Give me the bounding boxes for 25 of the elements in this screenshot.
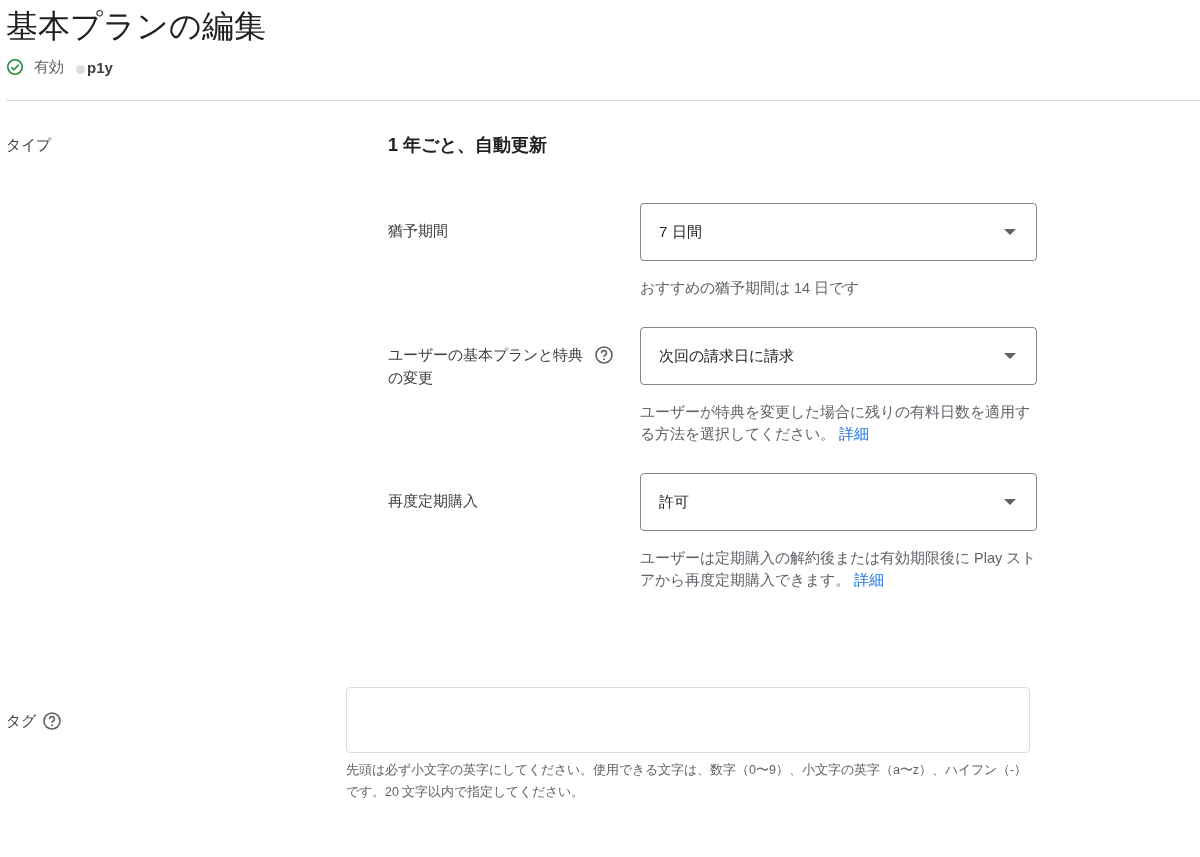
help-text: 先頭は必ず小文字の英字にしてください。使用できる文字は、数字（0〜9）、小文字の英字（a〜z）、ハイフン（-）です。20 文字以内で指定してください。 [346,762,1029,801]
status-label: 有効 [34,57,64,77]
dropdown[interactable]: 次回の請求日に請求 [640,327,1037,385]
setting-label: ユーザーの基本プランと特典の変更 [388,345,584,388]
dot-icon [76,64,85,74]
help-icon[interactable] [594,345,614,365]
help-text: おすすめの猶予期間は 14 日です [640,279,861,298]
caret-icon [1004,499,1016,505]
setting-label: 再度定期購入 [388,491,478,511]
field-label: タイプ [6,135,53,155]
help-text: ユーザーが特典を変更した場合に残りの有料日数を適用する方法を選択してください。 詳細 [640,403,1031,444]
caret-icon [1004,353,1016,359]
dropdown[interactable]: 許可 [640,473,1037,531]
plan-id: p1y [87,58,113,76]
type-value: 1 年ごと、自動更新 [388,134,548,157]
help-icon[interactable] [42,711,62,731]
caret-icon [1004,229,1016,235]
help-text: ユーザーは定期購入の解約後または有効期限後に Play ストアから再度定期購入できます。 詳細 [640,549,1037,590]
field-label: タグ [6,710,36,731]
dropdown[interactable]: 7 日間 [640,203,1037,261]
learn-more-link[interactable]: 詳細 [839,426,870,442]
setting-label: 猶予期間 [388,221,448,241]
learn-more-link[interactable]: 詳細 [854,572,885,588]
page-title: 基本プランの編集 [6,7,267,46]
tag-input-field[interactable] [346,687,1030,753]
